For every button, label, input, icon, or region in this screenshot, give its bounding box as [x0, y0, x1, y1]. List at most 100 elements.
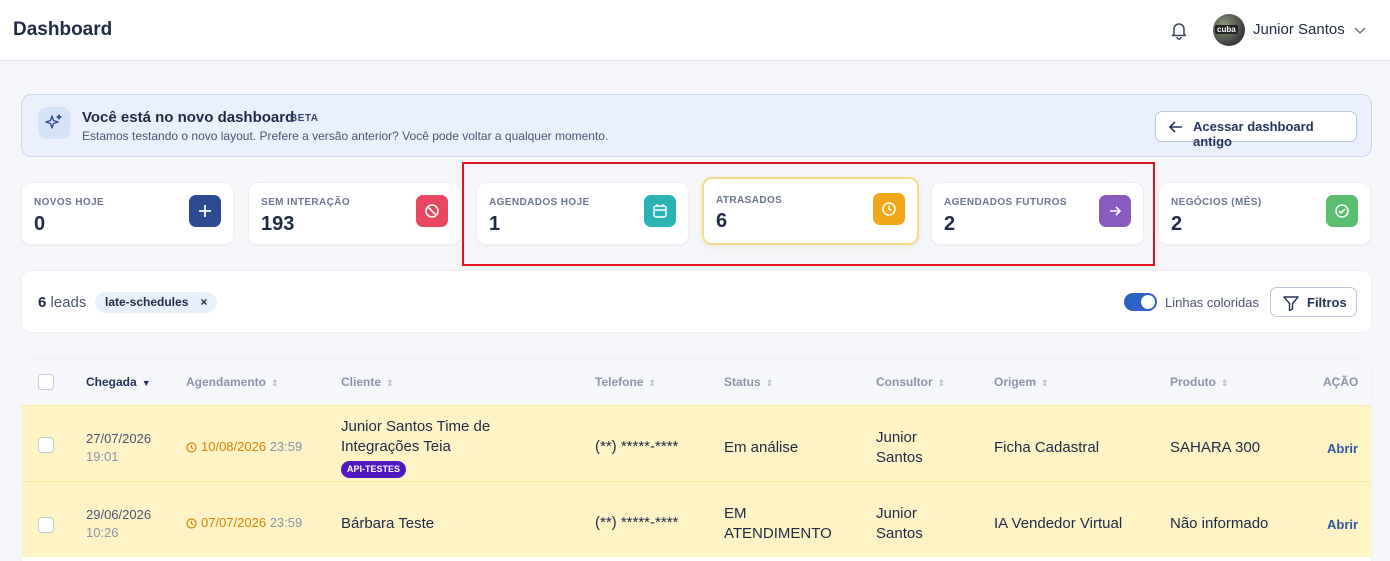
beta-badge: BETA	[290, 113, 319, 124]
open-link[interactable]: Abrir	[1327, 441, 1358, 456]
arrival-date: 29/06/2026	[86, 507, 152, 522]
column-header-cliente[interactable]: Cliente ⇕	[341, 375, 394, 389]
highlight-box	[462, 162, 1155, 266]
notifications-bell-icon[interactable]	[1169, 20, 1189, 40]
card-label: NEGÓCIOS (MÊS)	[1171, 197, 1262, 208]
plus-icon	[189, 195, 221, 227]
clock-icon	[186, 518, 197, 529]
sort-icon: ⇕	[386, 378, 394, 388]
arrival-cell: 29/06/2026 10:26	[86, 506, 151, 542]
consultant-cell: Junior Santos	[876, 428, 923, 468]
consultant-line2: Santos	[876, 525, 923, 542]
card-negocios-mes[interactable]: NEGÓCIOS (MÊS) 2	[1158, 182, 1371, 245]
colored-rows-label: Linhas coloridas	[1165, 295, 1259, 310]
schedule-cell: 07/07/2026 23:59	[186, 515, 302, 530]
client-name-line1: Junior Santos Time de	[341, 418, 491, 435]
sort-icon: ⇕	[1041, 378, 1049, 388]
banner-heading: Você está no novo dashboard	[82, 109, 295, 126]
leads-count-number: 6	[38, 294, 47, 311]
card-label: NOVOS HOJE	[34, 197, 105, 208]
client-cell: Bárbara Teste	[341, 515, 435, 532]
filter-chip-label: late-schedules	[105, 295, 189, 309]
schedule-time: 23:59	[269, 439, 303, 454]
column-header-agendamento[interactable]: Agendamento ⇕	[186, 375, 279, 389]
filter-icon	[1283, 296, 1299, 311]
table-row[interactable]: 27/07/2026 19:01 10/08/2026 23:59 Junior…	[22, 405, 1371, 481]
filters-button[interactable]: Filtros	[1270, 287, 1357, 317]
user-name[interactable]: Junior Santos	[1253, 21, 1345, 38]
leads-table: Chegada ▼ Agendamento ⇕ Cliente ⇕ Telefone ⇕…	[21, 359, 1372, 561]
ban-icon	[416, 195, 448, 227]
client-name-line2: Integrações Teia	[341, 438, 451, 455]
sort-icon: ⇕	[1221, 378, 1229, 388]
chevron-down-icon[interactable]	[1353, 23, 1367, 37]
column-header-chegada[interactable]: Chegada ▼	[86, 375, 151, 389]
leads-count: 6 leads	[38, 294, 86, 311]
old-dashboard-button[interactable]: Acessar dashboard antigo	[1155, 111, 1357, 149]
client-cell: Junior Santos Time de Integrações Teia	[341, 417, 490, 457]
phone-cell: (**) *****-****	[595, 438, 679, 455]
chevron-down-icon: ▼	[141, 378, 151, 388]
client-tag: API-TESTES	[341, 461, 407, 478]
toggle-knob	[1141, 295, 1155, 309]
chip-remove-icon[interactable]: ×	[200, 295, 207, 309]
consultant-line2: Santos	[876, 449, 923, 466]
status-cell: Em análise	[724, 439, 799, 456]
arrow-left-icon	[1169, 121, 1182, 133]
colored-rows-toggle[interactable]	[1124, 293, 1157, 311]
sort-icon: ⇕	[648, 378, 656, 388]
card-value: 2	[1171, 213, 1183, 235]
card-value: 0	[34, 213, 46, 235]
filter-bar: 6 leads late-schedules × Linhas coloridas…	[21, 270, 1372, 333]
arrival-date: 27/07/2026	[86, 431, 152, 446]
page-title: Dashboard	[13, 19, 113, 40]
product-cell: SAHARA 300	[1170, 439, 1261, 456]
check-circle-icon	[1326, 195, 1358, 227]
old-dashboard-button-label: Acessar dashboard antigo	[1193, 119, 1314, 149]
column-header-origem[interactable]: Origem ⇕	[994, 375, 1049, 389]
banner-subtitle: Estamos testando o novo layout. Prefere …	[82, 129, 609, 143]
table-row[interactable]: 29/06/2026 10:26 07/07/2026 23:59 Bárbar…	[22, 481, 1371, 557]
clock-icon	[186, 442, 197, 453]
consultant-line1: Junior	[876, 505, 917, 522]
filter-chip: late-schedules ×	[95, 292, 218, 313]
arrival-cell: 27/07/2026 19:01	[86, 430, 151, 466]
column-header-status[interactable]: Status ⇕	[724, 375, 773, 389]
open-link[interactable]: Abrir	[1327, 517, 1358, 532]
arrival-time: 19:01	[86, 449, 119, 464]
status-line1: EM	[724, 505, 747, 522]
row-checkbox[interactable]	[38, 517, 54, 533]
product-cell: Não informado	[1170, 515, 1269, 532]
sort-icon: ⇕	[765, 378, 774, 388]
status-cell: EM ATENDIMENTO	[724, 504, 832, 544]
column-header-telefone[interactable]: Telefone ⇕	[595, 375, 656, 389]
phone-cell: (**) *****-****	[595, 514, 679, 531]
new-dashboard-banner: Você está no novo dashboard BETA Estamos…	[21, 94, 1372, 157]
card-novos-hoje[interactable]: NOVOS HOJE 0	[21, 182, 234, 245]
table-header: Chegada ▼ Agendamento ⇕ Cliente ⇕ Telefone ⇕…	[22, 360, 1371, 405]
column-header-acao: AÇÃO	[1323, 375, 1359, 389]
consultant-line1: Junior	[876, 429, 917, 446]
sparkle-icon	[38, 107, 70, 139]
filters-button-label: Filtros	[1307, 295, 1347, 310]
origin-cell: Ficha Cadastral	[994, 439, 1100, 456]
top-bar: Dashboard cuba Junior Santos	[0, 0, 1390, 61]
sort-icon: ⇕	[937, 378, 946, 388]
row-checkbox[interactable]	[38, 437, 54, 453]
card-value: 193	[261, 213, 295, 235]
avatar[interactable]: cuba	[1213, 14, 1245, 46]
card-sem-interacao[interactable]: SEM INTERAÇÃO 193	[248, 182, 461, 245]
leads-count-label: leads	[50, 294, 87, 311]
column-header-consultor[interactable]: Consultor ⇕	[876, 375, 945, 389]
column-header-produto[interactable]: Produto ⇕	[1170, 375, 1229, 389]
card-label: SEM INTERAÇÃO	[261, 197, 351, 208]
consultant-cell: Junior Santos	[876, 504, 923, 544]
select-all-checkbox[interactable]	[38, 374, 54, 390]
schedule-time: 23:59	[269, 515, 303, 530]
sort-icon: ⇕	[271, 378, 279, 388]
status-line2: ATENDIMENTO	[724, 525, 832, 542]
origin-cell: IA Vendedor Virtual	[994, 515, 1123, 532]
arrival-time: 10:26	[86, 525, 119, 540]
avatar-text: cuba	[1215, 25, 1238, 34]
schedule-date: 10/08/2026	[201, 439, 267, 454]
